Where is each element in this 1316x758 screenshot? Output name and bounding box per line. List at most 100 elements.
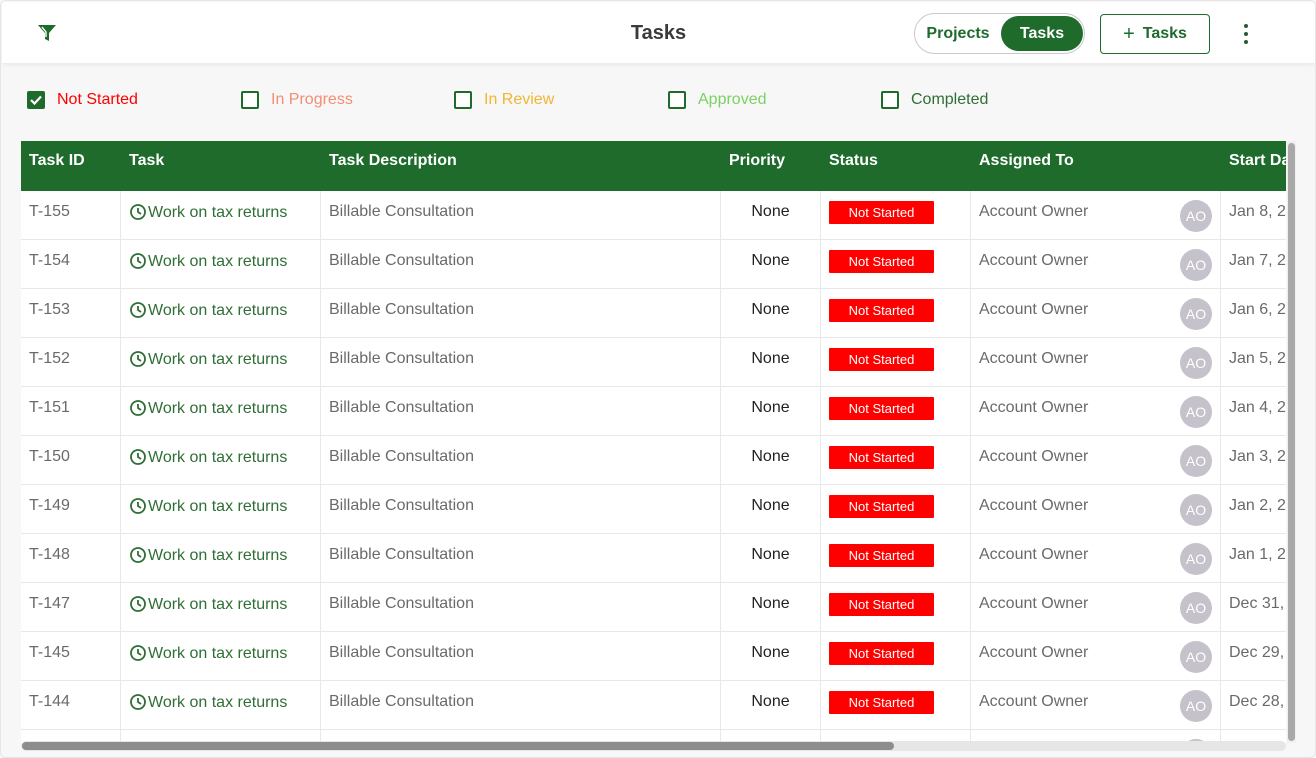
status-badge: Not Started: [829, 642, 934, 665]
checkbox-icon[interactable]: [454, 91, 472, 109]
clock-icon: [129, 204, 148, 221]
cell-task-id: T-154: [21, 240, 121, 289]
table-row[interactable]: T-150 Work on tax returns Billable Consult…: [21, 436, 1286, 485]
vertical-scrollbar[interactable]: [1287, 141, 1296, 743]
task-name-link[interactable]: Work on tax returns: [148, 351, 287, 368]
task-name-link[interactable]: Work on tax returns: [148, 596, 287, 613]
cell-task[interactable]: Work on tax returns: [121, 191, 321, 240]
cell-priority: None: [721, 289, 821, 338]
task-name-link[interactable]: Work on tax returns: [148, 547, 287, 564]
clock-icon: [129, 302, 148, 319]
table-row[interactable]: T-148 Work on tax returns Billable Consult…: [21, 534, 1286, 583]
filter-in-review[interactable]: In Review: [454, 89, 554, 111]
cell-task[interactable]: Work on tax returns: [121, 289, 321, 338]
status-badge: Not Started: [829, 446, 934, 469]
checkbox-icon[interactable]: [668, 91, 686, 109]
avatar[interactable]: AO: [1180, 543, 1212, 575]
avatar[interactable]: AO: [1180, 249, 1212, 281]
task-name-link[interactable]: Work on tax returns: [148, 645, 287, 662]
cell-task[interactable]: Work on tax returns: [121, 534, 321, 583]
cell-assigned-to: Account Owner AO: [971, 436, 1221, 485]
avatar[interactable]: AO: [1180, 690, 1212, 722]
table-row[interactable]: T-154 Work on tax returns Billable Consult…: [21, 240, 1286, 289]
avatar[interactable]: AO: [1180, 347, 1212, 379]
avatar[interactable]: AO: [1180, 200, 1212, 232]
task-name-link[interactable]: Work on tax returns: [148, 253, 287, 270]
column-header-assigned-to[interactable]: Assigned To: [971, 141, 1074, 191]
avatar[interactable]: AO: [1180, 592, 1212, 624]
filter-not-started[interactable]: Not Started: [27, 89, 138, 111]
status-badge: Not Started: [829, 691, 934, 714]
cell-status: Not Started: [821, 338, 971, 387]
avatar[interactable]: AO: [1180, 298, 1212, 330]
table-row[interactable]: T-152 Work on tax returns Billable Consult…: [21, 338, 1286, 387]
filter-in-progress[interactable]: In Progress: [241, 89, 353, 111]
table-row[interactable]: T-153 Work on tax returns Billable Consult…: [21, 289, 1286, 338]
task-name-link[interactable]: Work on tax returns: [148, 400, 287, 417]
table-row[interactable]: T-144 Work on tax returns Billable Consult…: [21, 681, 1286, 730]
status-badge: Not Started: [829, 397, 934, 420]
task-name-link[interactable]: Work on tax returns: [148, 498, 287, 515]
table-row[interactable]: T-151 Work on tax returns Billable Consult…: [21, 387, 1286, 436]
filter-label: Not Started: [57, 91, 138, 108]
plus-icon: +: [1123, 23, 1135, 45]
toggle-projects[interactable]: Projects: [917, 16, 999, 51]
cell-task-description: Billable Consultation: [321, 191, 721, 240]
table-row[interactable]: T-155 Work on tax returns Billable Consult…: [21, 191, 1286, 240]
column-header-task-description[interactable]: Task Description: [321, 141, 457, 191]
cell-task-description: Billable Consultation: [321, 485, 721, 534]
assignee-name: Account Owner: [979, 546, 1089, 563]
column-header-start-date[interactable]: Start Da: [1221, 141, 1286, 191]
cell-status: Not Started: [821, 583, 971, 632]
cell-task-description: Billable Consultation: [321, 240, 721, 289]
top-bar: Tasks Projects Tasks + Tasks: [2, 2, 1315, 63]
cell-status: Not Started: [821, 534, 971, 583]
cell-task-description: Billable Consultation: [321, 338, 721, 387]
avatar[interactable]: AO: [1180, 396, 1212, 428]
avatar[interactable]: AO: [1180, 641, 1212, 673]
cell-task-id: T-150: [21, 436, 121, 485]
cell-task[interactable]: Work on tax returns: [121, 240, 321, 289]
table-body: T-155 Work on tax returns Billable Consult…: [21, 191, 1286, 743]
status-badge: Not Started: [829, 201, 934, 224]
checkbox-icon[interactable]: [241, 91, 259, 109]
cell-start-date: Jan 6, 2: [1229, 301, 1286, 318]
cell-task[interactable]: Work on tax returns: [121, 387, 321, 436]
column-header-priority[interactable]: Priority: [721, 141, 785, 191]
cell-task[interactable]: Work on tax returns: [121, 485, 321, 534]
task-name-link[interactable]: Work on tax returns: [148, 694, 287, 711]
task-name-link[interactable]: Work on tax returns: [148, 204, 287, 221]
cell-task[interactable]: Work on tax returns: [121, 436, 321, 485]
avatar[interactable]: AO: [1180, 494, 1212, 526]
cell-task[interactable]: Work on tax returns: [121, 681, 321, 730]
checkbox-icon[interactable]: [881, 91, 899, 109]
column-header-task-id[interactable]: Task ID: [21, 141, 85, 191]
table-row[interactable]: T-147 Work on tax returns Billable Consult…: [21, 583, 1286, 632]
column-header-task[interactable]: Task: [121, 141, 164, 191]
scrollbar-thumb[interactable]: [22, 742, 894, 750]
add-task-button[interactable]: + Tasks: [1100, 14, 1210, 54]
cell-task[interactable]: Work on tax returns: [121, 632, 321, 681]
task-name-link[interactable]: Work on tax returns: [148, 449, 287, 466]
table-row[interactable]: T-145 Work on tax returns Billable Consult…: [21, 632, 1286, 681]
more-vertical-icon[interactable]: [1236, 20, 1256, 48]
filter-approved[interactable]: Approved: [668, 89, 767, 111]
clock-icon: [129, 596, 148, 613]
checkbox-checked-icon[interactable]: [27, 91, 45, 109]
toggle-tasks[interactable]: Tasks: [1001, 16, 1083, 51]
task-name-link[interactable]: Work on tax returns: [148, 302, 287, 319]
horizontal-scrollbar[interactable]: [21, 741, 1286, 751]
filter-completed[interactable]: Completed: [881, 89, 988, 111]
cell-start-date: Jan 2, 2: [1229, 497, 1286, 514]
cell-priority: None: [721, 583, 821, 632]
cell-assigned-to: Account Owner AO: [971, 338, 1221, 387]
status-badge: Not Started: [829, 348, 934, 371]
cell-task[interactable]: Work on tax returns: [121, 583, 321, 632]
column-header-status[interactable]: Status: [821, 141, 878, 191]
cell-task[interactable]: Work on tax returns: [121, 338, 321, 387]
scrollbar-thumb[interactable]: [1288, 143, 1295, 741]
table-row[interactable]: T-149 Work on tax returns Billable Consult…: [21, 485, 1286, 534]
view-toggle[interactable]: Projects Tasks: [914, 13, 1085, 54]
avatar[interactable]: AO: [1180, 445, 1212, 477]
cell-task-description: Billable Consultation: [321, 387, 721, 436]
